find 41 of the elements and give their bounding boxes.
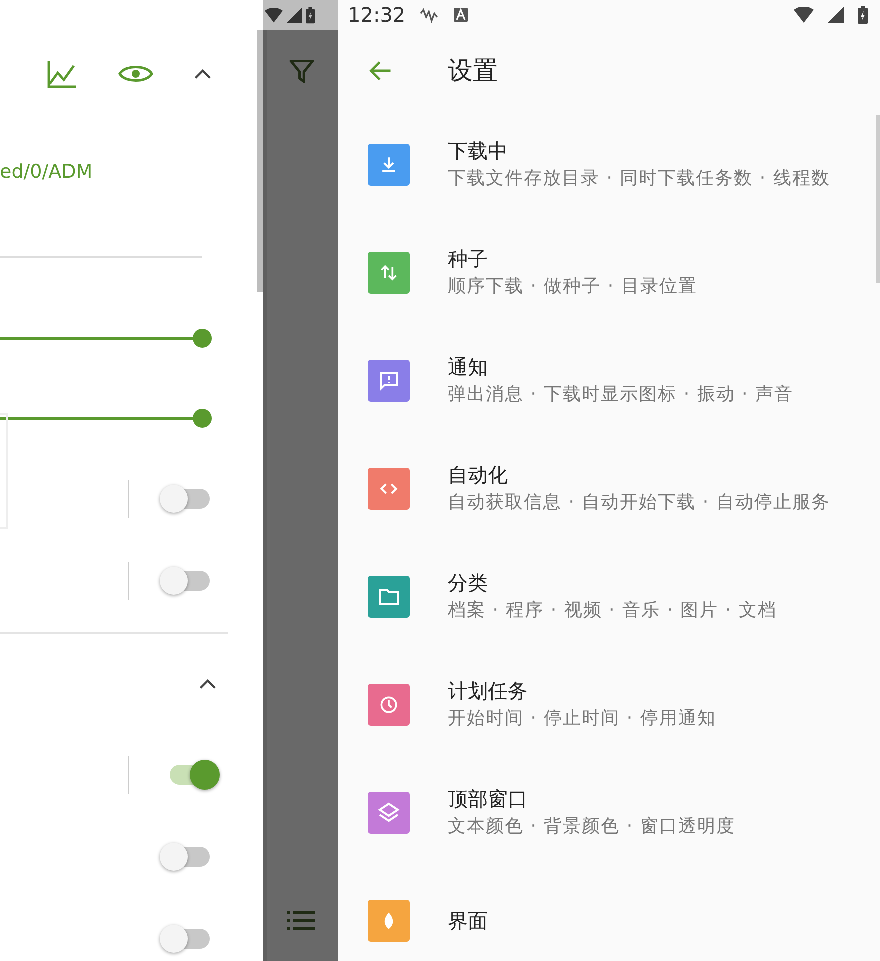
settings-item[interactable]: 通知 弹出消息 · 下载时显示图标 · 振动 · 声音 [338, 327, 880, 435]
signal-icon [287, 8, 302, 22]
item-title: 自动化 [448, 462, 509, 489]
settings-item[interactable]: 种子 顺序下载 · 做种子 · 目录位置 [338, 219, 880, 327]
folder-path-text: ed/0/ADM [0, 161, 93, 183]
settings-item[interactable]: 分类 档案 · 程序 · 视频 · 音乐 · 图片 · 文档 [338, 543, 880, 651]
wifi-icon [794, 7, 814, 23]
page-title: 设置 [448, 55, 498, 87]
wifi-icon [265, 8, 283, 22]
slider[interactable] [0, 328, 211, 348]
settings-item[interactable]: 界面 [338, 867, 880, 961]
item-summary: 档案 · 程序 · 视频 · 音乐 · 图片 · 文档 [448, 599, 778, 623]
item-summary: 自动获取信息 · 自动开始下载 · 自动停止服务 [448, 491, 832, 515]
settings-item[interactable]: 自动化 自动获取信息 · 自动开始下载 · 自动停止服务 [338, 435, 880, 543]
item-summary: 文本颜色 · 背景颜色 · 窗口透明度 [448, 815, 736, 839]
signal-icon [828, 7, 844, 23]
settings-item[interactable]: 顶部窗口 文本颜色 · 背景颜色 · 窗口透明度 [338, 759, 880, 867]
item-title: 种子 [448, 246, 489, 273]
item-title: 通知 [448, 354, 489, 381]
keyboard-letter-icon [454, 8, 468, 22]
item-summary: 下载文件存放目录 · 同时下载任务数 · 线程数 [448, 167, 832, 191]
settings-item[interactable]: 下载中 下载文件存放目录 · 同时下载任务数 · 线程数 [338, 111, 880, 219]
clock-time: 12:32 [348, 3, 406, 27]
item-summary: 顺序下载 · 做种子 · 目录位置 [448, 275, 698, 299]
item-summary: 开始时间 · 停止时间 · 停用通知 [448, 707, 718, 731]
item-summary: 弹出消息 · 下载时显示图标 · 振动 · 声音 [448, 383, 794, 407]
filter-icon[interactable] [289, 58, 315, 84]
slider[interactable] [0, 408, 211, 428]
chart-icon[interactable] [46, 58, 78, 90]
chevron-up-icon[interactable] [199, 678, 217, 690]
item-title: 计划任务 [448, 678, 529, 705]
chevron-up-icon[interactable] [194, 68, 212, 80]
battery-icon [306, 6, 315, 24]
item-title: 界面 [448, 908, 489, 935]
item-title: 顶部窗口 [448, 786, 529, 813]
waveform-icon [420, 8, 440, 22]
battery-icon [858, 6, 868, 24]
list-icon[interactable] [287, 909, 315, 931]
item-title: 分类 [448, 570, 489, 597]
settings-item[interactable]: 计划任务 开始时间 · 停止时间 · 停用通知 [338, 651, 880, 759]
item-title: 下载中 [448, 138, 509, 165]
